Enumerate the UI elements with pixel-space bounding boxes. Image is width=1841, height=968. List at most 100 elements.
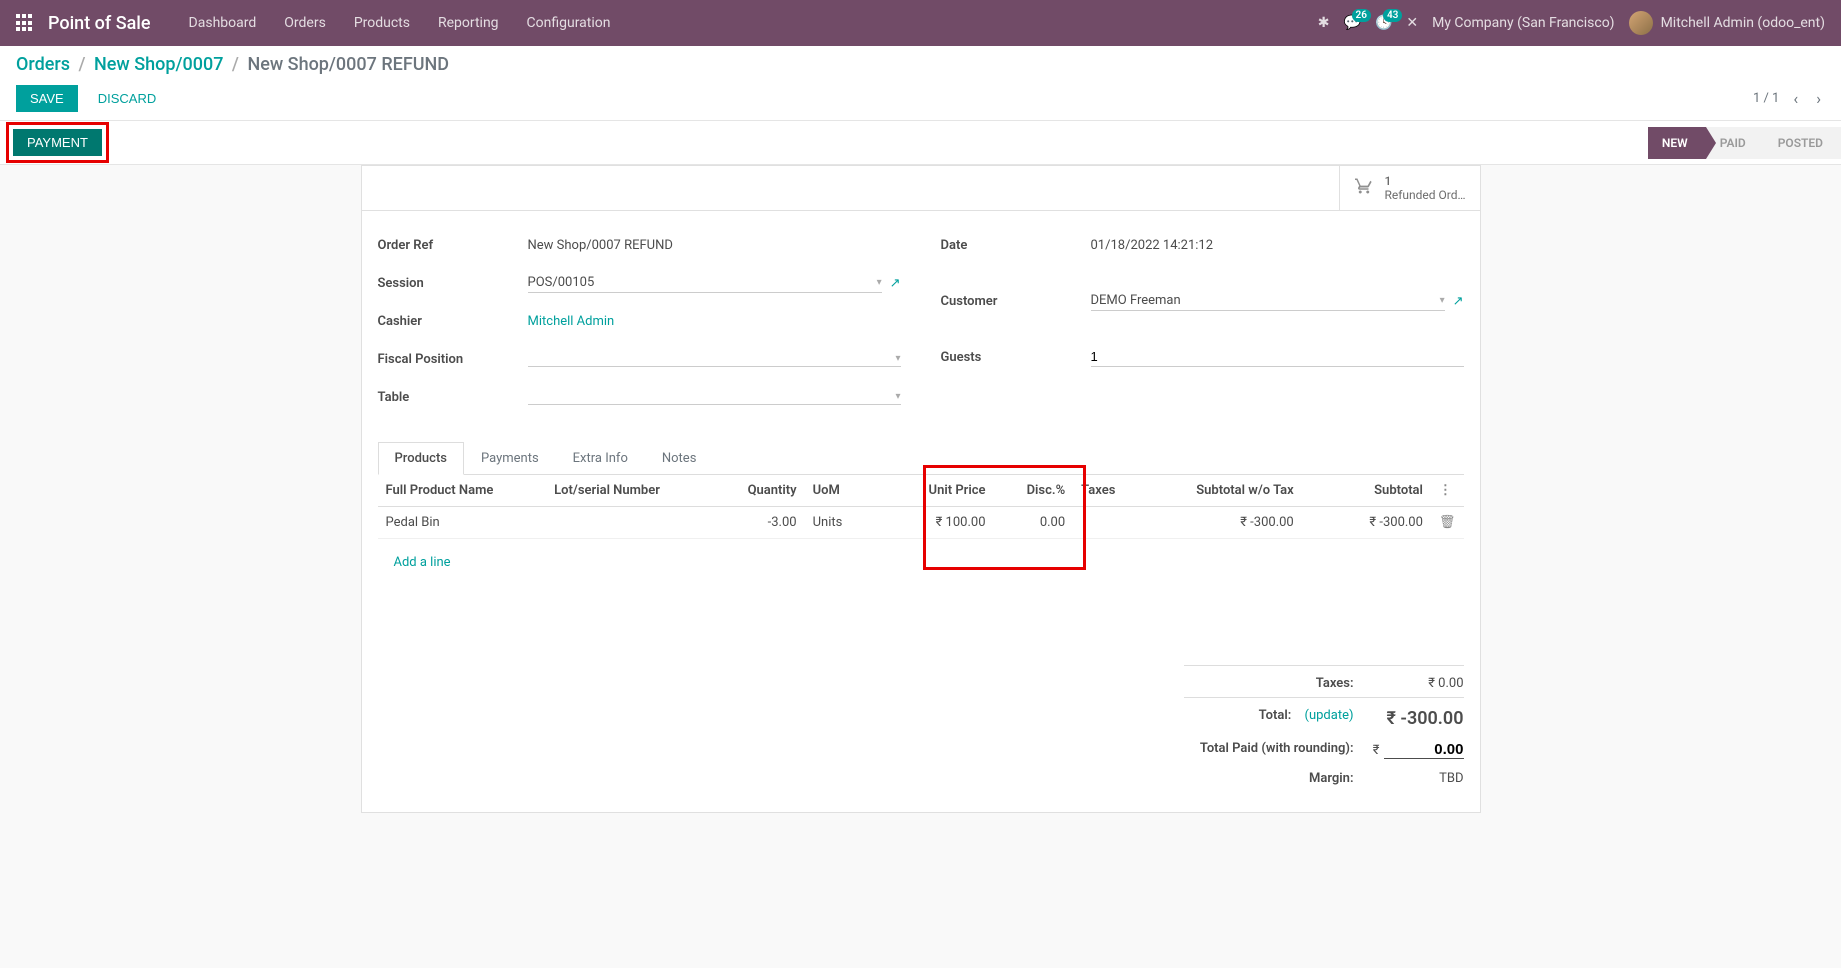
order-ref-value: New Shop/0007 REFUND (528, 238, 901, 253)
actions-row: SAVE DISCARD 1 / 1 ‹ › (16, 85, 1825, 120)
tools-icon[interactable]: ✕ (1406, 15, 1418, 31)
caret-down-icon: ▾ (895, 391, 900, 402)
pager: 1 / 1 ‹ › (1753, 85, 1825, 112)
subheader: Orders / New Shop/0007 / New Shop/0007 R… (0, 46, 1841, 121)
th-product: Full Product Name (378, 475, 547, 507)
external-link-icon[interactable]: ↗ (1453, 294, 1464, 309)
cell-product[interactable]: Pedal Bin (378, 507, 547, 539)
company-selector[interactable]: My Company (San Francisco) (1432, 15, 1614, 31)
th-kebab[interactable]: ⋮ (1431, 475, 1464, 507)
cell-subtotal-wo[interactable]: ₹ -300.00 (1153, 507, 1302, 539)
guests-input[interactable] (1091, 347, 1464, 367)
nav-products[interactable]: Products (340, 0, 424, 46)
total-value: ₹ -300.00 (1354, 708, 1464, 729)
avatar (1629, 11, 1653, 35)
button-box: 1 Refunded Ord… (362, 166, 1480, 211)
fiscal-label: Fiscal Position (378, 352, 528, 367)
refunded-orders-button[interactable]: 1 Refunded Ord… (1339, 166, 1479, 210)
save-button[interactable]: SAVE (16, 85, 78, 112)
taxes-label: Taxes: (1184, 676, 1354, 691)
external-link-icon[interactable]: ↗ (890, 276, 901, 291)
fiscal-select[interactable]: ▾ (528, 351, 901, 367)
statusbar: PAYMENT NEW PAID POSTED (0, 121, 1841, 165)
paid-currency: ₹ (1373, 743, 1380, 758)
status-new[interactable]: NEW (1648, 127, 1706, 159)
status-steps: NEW PAID POSTED (1648, 121, 1841, 165)
bug-icon[interactable]: ✱ (1318, 15, 1330, 31)
margin-label: Margin: (1184, 771, 1354, 786)
totals: Taxes: ₹ 0.00 Total: (update) ₹ -300.00 … (378, 665, 1464, 792)
tab-extra-info[interactable]: Extra Info (556, 442, 645, 475)
payment-button[interactable]: PAYMENT (13, 129, 102, 156)
add-line-link[interactable]: Add a line (386, 547, 459, 578)
caret-down-icon: ▾ (895, 353, 900, 364)
order-ref-label: Order Ref (378, 238, 528, 253)
th-lot: Lot/serial Number (546, 475, 705, 507)
nav-reporting[interactable]: Reporting (424, 0, 513, 46)
total-label: Total: (1259, 708, 1292, 723)
discard-button[interactable]: DISCARD (84, 85, 171, 112)
pager-next[interactable]: › (1812, 85, 1825, 112)
breadcrumb-orders[interactable]: Orders (16, 54, 70, 75)
tab-products[interactable]: Products (378, 442, 464, 475)
guests-label: Guests (941, 350, 1091, 365)
delete-row-icon[interactable]: 🗑 (1431, 507, 1464, 539)
session-select[interactable]: POS/00105 ▾ (528, 273, 882, 293)
user-name: Mitchell Admin (odoo_ent) (1661, 15, 1825, 31)
form-sheet: 1 Refunded Ord… Order Ref New Shop/0007 … (361, 165, 1481, 813)
breadcrumb-parent[interactable]: New Shop/0007 (94, 54, 223, 75)
date-label: Date (941, 238, 1091, 253)
cell-uom[interactable]: Units (805, 507, 875, 539)
th-subtotal-wo: Subtotal w/o Tax (1153, 475, 1302, 507)
brand-title[interactable]: Point of Sale (48, 13, 151, 34)
taxes-value: ₹ 0.00 (1354, 676, 1464, 691)
messages-icon[interactable]: 💬26 (1344, 15, 1361, 31)
nav-orders[interactable]: Orders (270, 0, 340, 46)
th-disc: Disc.% (994, 475, 1074, 507)
nav-dashboard[interactable]: Dashboard (175, 0, 271, 46)
nav-menu: Dashboard Orders Products Reporting Conf… (175, 0, 625, 46)
table-row[interactable]: Pedal Bin -3.00 Units ₹ 100.00 0.00 ₹ -3… (378, 507, 1464, 539)
lines-table-wrap: Full Product Name Lot/serial Number Quan… (378, 475, 1464, 605)
customer-select[interactable]: DEMO Freeman ▾ (1091, 291, 1445, 311)
activities-icon[interactable]: 🕓43 (1375, 15, 1392, 31)
cell-subtotal[interactable]: ₹ -300.00 (1302, 507, 1431, 539)
table-label: Table (378, 390, 528, 405)
nav-right: ✱ 💬26 🕓43 ✕ My Company (San Francisco) M… (1318, 11, 1825, 35)
table-select[interactable]: ▾ (528, 389, 901, 405)
paid-input[interactable] (1384, 741, 1464, 759)
breadcrumb: Orders / New Shop/0007 / New Shop/0007 R… (16, 54, 1825, 75)
tab-payments[interactable]: Payments (464, 442, 556, 475)
cart-icon (1354, 177, 1374, 200)
activities-badge: 43 (1383, 9, 1402, 22)
cashier-label: Cashier (378, 314, 528, 329)
cashier-value[interactable]: Mitchell Admin (528, 314, 901, 329)
customer-label: Customer (941, 294, 1091, 309)
pager-text: 1 / 1 (1753, 91, 1779, 106)
th-taxes: Taxes (1073, 475, 1153, 507)
form-left-col: Order Ref New Shop/0007 REFUND Session P… (378, 231, 901, 421)
th-uom: UoM (805, 475, 875, 507)
cell-qty[interactable]: -3.00 (705, 507, 805, 539)
update-link[interactable]: (update) (1305, 708, 1354, 723)
form-right-col: Date 01/18/2022 14:21:12 Customer DEMO F… (941, 231, 1464, 421)
breadcrumb-current: New Shop/0007 REFUND (247, 54, 449, 75)
date-value: 01/18/2022 14:21:12 (1091, 238, 1464, 253)
lines-table: Full Product Name Lot/serial Number Quan… (378, 475, 1464, 586)
user-menu[interactable]: Mitchell Admin (odoo_ent) (1629, 11, 1825, 35)
cell-disc[interactable]: 0.00 (994, 507, 1074, 539)
th-subtotal: Subtotal (1302, 475, 1431, 507)
tabs: Products Payments Extra Info Notes (378, 441, 1464, 475)
caret-down-icon: ▾ (877, 277, 882, 288)
tab-notes[interactable]: Notes (645, 442, 714, 475)
stat-label: Refunded Ord… (1384, 188, 1465, 202)
top-nav: Point of Sale Dashboard Orders Products … (0, 0, 1841, 46)
pager-prev[interactable]: ‹ (1789, 85, 1802, 112)
cell-taxes[interactable] (1073, 507, 1153, 539)
apps-icon[interactable] (16, 14, 34, 32)
cell-lot[interactable] (546, 507, 705, 539)
nav-configuration[interactable]: Configuration (513, 0, 625, 46)
cell-unit-price[interactable]: ₹ 100.00 (874, 507, 993, 539)
th-qty: Quantity (705, 475, 805, 507)
payment-highlight: PAYMENT (6, 122, 109, 163)
